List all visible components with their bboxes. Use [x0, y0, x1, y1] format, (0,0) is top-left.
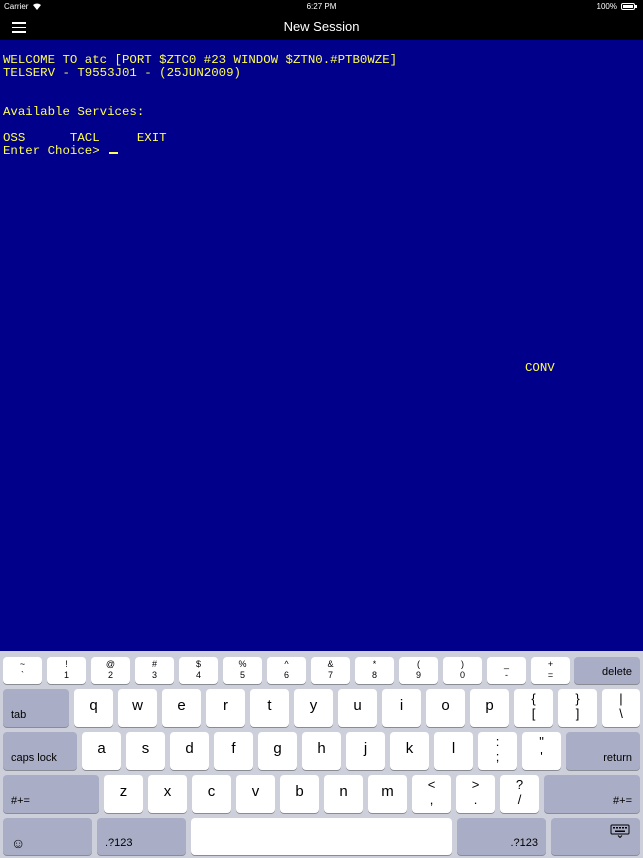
key-8[interactable]: * 8 — [355, 657, 394, 684]
key-2[interactable]: @2 — [91, 657, 130, 684]
terminal-screen[interactable]: WELCOME TO atc [PORT $ZTC0 #23 WINDOW $Z… — [0, 40, 643, 651]
text-cursor — [109, 152, 119, 154]
key-right-bracket[interactable]: }] — [558, 689, 597, 727]
key-f[interactable]: f — [214, 732, 253, 770]
key-4[interactable]: $4 — [179, 657, 218, 684]
shift-symbols-right-key[interactable]: #+= — [544, 775, 640, 813]
key-v[interactable]: v — [236, 775, 275, 813]
key-z[interactable]: z — [104, 775, 143, 813]
key-5[interactable]: % 5 — [223, 657, 262, 684]
prompt-text: Enter Choice> — [3, 144, 108, 158]
key-quote[interactable]: " ' — [522, 732, 561, 770]
keyboard-dismiss-icon — [610, 824, 630, 838]
key-m[interactable]: m — [368, 775, 407, 813]
space-bar[interactable] — [191, 818, 452, 855]
key-minus[interactable]: _ - — [487, 657, 526, 684]
key-d[interactable]: d — [170, 732, 209, 770]
onscreen-keyboard: ~ ` ! 1 @2 #3 $4 % 5 ^ 6 & 7 * 8 (9 ) 0 _ - + = d… — [0, 651, 643, 858]
caps-lock-key[interactable]: caps lock — [3, 732, 77, 770]
key-7[interactable]: & 7 — [311, 657, 350, 684]
page-title: New Session — [283, 19, 360, 34]
key-3[interactable]: #3 — [135, 657, 174, 684]
tab-key[interactable]: tab — [3, 689, 69, 727]
key-n[interactable]: n — [324, 775, 363, 813]
battery-nub — [635, 5, 637, 8]
key-equals[interactable]: + = — [531, 657, 570, 684]
key-i[interactable]: i — [382, 689, 421, 727]
key-y[interactable]: y — [294, 689, 333, 727]
key-g[interactable]: g — [258, 732, 297, 770]
navigation-bar: New Session — [0, 14, 643, 40]
key-left-bracket[interactable]: {[ — [514, 689, 553, 727]
numbers-right-key[interactable]: .?123 — [457, 818, 546, 855]
key-w[interactable]: w — [118, 689, 157, 727]
clock: 6:27 PM — [306, 2, 337, 11]
key-c[interactable]: c — [192, 775, 231, 813]
key-backtick[interactable]: ~ ` — [3, 657, 42, 684]
key-t[interactable]: t — [250, 689, 289, 727]
key-e[interactable]: e — [162, 689, 201, 727]
terminal-line-services-heading: Available Services: — [3, 105, 145, 119]
key-u[interactable]: u — [338, 689, 377, 727]
key-p[interactable]: p — [470, 689, 509, 727]
battery-percentage: 100% — [596, 2, 617, 11]
emoji-icon: ☺ — [11, 835, 26, 851]
delete-key[interactable]: delete — [574, 657, 640, 684]
dismiss-keyboard-key[interactable] — [551, 818, 640, 855]
key-k[interactable]: k — [390, 732, 429, 770]
key-j[interactable]: j — [346, 732, 385, 770]
key-slash[interactable]: ? / — [500, 775, 539, 813]
key-a[interactable]: a — [82, 732, 121, 770]
key-o[interactable]: o — [426, 689, 465, 727]
key-6[interactable]: ^ 6 — [267, 657, 306, 684]
key-h[interactable]: h — [302, 732, 341, 770]
key-9[interactable]: (9 — [399, 657, 438, 684]
terminal-line-telserv: TELSERV - T9553J01 - (25JUN2009) — [3, 66, 241, 80]
shift-symbols-left-key[interactable]: #+= — [3, 775, 99, 813]
battery-icon — [621, 3, 635, 10]
status-bar: Carrier 6:27 PM 100% — [0, 0, 643, 14]
key-s[interactable]: s — [126, 732, 165, 770]
key-q[interactable]: q — [74, 689, 113, 727]
numbers-left-key[interactable]: .?123 — [97, 818, 186, 855]
key-comma[interactable]: <, — [412, 775, 451, 813]
key-backslash[interactable]: | \ — [602, 689, 640, 727]
key-b[interactable]: b — [280, 775, 319, 813]
emoji-key[interactable]: ☺ — [3, 818, 92, 855]
key-x[interactable]: x — [148, 775, 187, 813]
key-0[interactable]: ) 0 — [443, 657, 482, 684]
return-key[interactable]: return — [566, 732, 640, 770]
key-semicolon[interactable]: :; — [478, 732, 517, 770]
key-r[interactable]: r — [206, 689, 245, 727]
key-period[interactable]: >. — [456, 775, 495, 813]
key-1[interactable]: ! 1 — [47, 657, 86, 684]
terminal-line-prompt: Enter Choice> — [3, 144, 119, 158]
terminal-status-conv: CONV — [525, 361, 555, 375]
key-l[interactable]: l — [434, 732, 473, 770]
